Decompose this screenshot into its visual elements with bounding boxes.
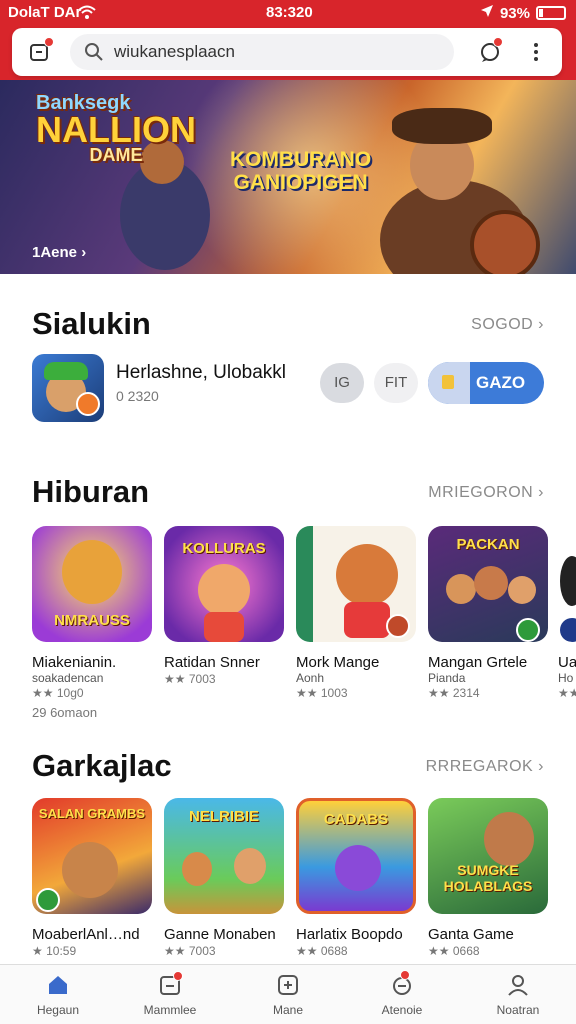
app-card[interactable]: NMRAUSS Miakenianin. soakadencan ★★ 10g0…	[32, 526, 152, 721]
app-rating: ★★	[558, 686, 576, 700]
nav-home[interactable]: Hegaun	[10, 965, 106, 1024]
app-title: Harlatix Boopdo	[296, 926, 403, 943]
app-title: Mangan Grtele	[428, 654, 528, 671]
app-rating: ★★ 2314	[428, 686, 480, 700]
app-title: Ganta Game	[428, 926, 514, 943]
store-icon[interactable]	[28, 37, 54, 64]
app-rating: ★ 10:59	[32, 944, 77, 958]
clock-label: 83:320	[266, 4, 313, 21]
app-thumbnail: PACKAN	[428, 526, 548, 642]
app-rating: ★★ 7003	[164, 672, 216, 686]
notifications-icon	[390, 970, 414, 997]
app-rating: ★★ 10g0	[32, 686, 84, 700]
app-title: Ganne Monaben	[164, 926, 276, 943]
featured-app-name[interactable]: Herlashne, Ulobakkl	[116, 362, 286, 384]
home-icon	[46, 973, 70, 997]
app-thumbnail	[558, 526, 576, 642]
featured-app-icon[interactable]	[32, 354, 104, 422]
app-subtitle: soakadencan	[32, 671, 104, 685]
battery-icon	[536, 6, 566, 20]
nav-add[interactable]: Mane	[240, 965, 336, 1024]
battery-percent: 93%	[499, 4, 530, 22]
app-thumbnail: SALAN GRAMBS	[32, 798, 152, 914]
app-card[interactable]: CADABS Harlatix Boopdo ★★ 0688	[296, 798, 416, 959]
app-thumbnail: KOLLURAS	[164, 526, 284, 642]
app-rating: ★★ 1003	[296, 686, 348, 700]
profile-icon	[506, 973, 530, 997]
section-more-garkajlan[interactable]: RRREGAROK ›	[426, 758, 544, 776]
search-bar: wiukanesplaacn	[12, 28, 562, 76]
section-more-hiburan[interactable]: MRIEGORON ›	[428, 484, 544, 502]
more-vertical-icon[interactable]	[524, 40, 548, 64]
add-icon	[276, 973, 300, 997]
header: wiukanesplaacn	[0, 26, 576, 80]
notification-dot	[493, 37, 503, 47]
search-input[interactable]: wiukanesplaacn	[70, 34, 454, 70]
status-bar: DolaT DAr 83:320 93%	[0, 0, 576, 26]
search-placeholder: wiukanesplaacn	[114, 42, 235, 61]
app-card[interactable]: Ua Ho ★★	[558, 526, 576, 701]
banner-cta[interactable]: 1Aene ›	[32, 244, 86, 261]
bottom-navigation: Hegaun Mammlee Mane Atenoie Noatran	[0, 964, 576, 1024]
app-title: Miakenianin.	[32, 654, 117, 671]
app-thumbnail: NELRIBIE	[164, 798, 284, 914]
app-thumbnail: SUMGKE HOLABLAGS	[428, 798, 548, 914]
app-card[interactable]: Mork Mange Aonh ★★ 1003	[296, 526, 416, 701]
app-title: Ratidan Snner	[164, 654, 260, 671]
app-title: Mork Mange	[296, 654, 380, 671]
app-card[interactable]: PACKAN Mangan Grtele Pianda ★★ 2314	[428, 526, 548, 701]
search-icon	[84, 42, 104, 67]
app-rating: ★★ 7003	[164, 944, 216, 958]
app-thumbnail: NMRAUSS	[32, 526, 152, 642]
hero-banner[interactable]: Banksegk NALLION DAME KOMBURANO GANIOPIG…	[0, 80, 576, 274]
app-rating: ★★ 0688	[296, 944, 348, 958]
section-more-featured[interactable]: SOGOD ›	[471, 316, 544, 334]
game-logo: Banksegk NALLION DAME	[36, 92, 196, 166]
app-thumbnail	[296, 526, 416, 642]
guitar-illustration	[470, 210, 540, 274]
app-card[interactable]: NELRIBIE Ganne Monaben ★★ 7003	[164, 798, 284, 959]
section-title-garkajlan: Garkajlac	[32, 748, 172, 783]
nav-notifications[interactable]: Atenoie	[354, 965, 450, 1024]
apps-icon	[158, 971, 183, 997]
chat-icon[interactable]	[478, 37, 503, 64]
nav-apps[interactable]: Mammlee	[122, 965, 218, 1024]
location-icon	[480, 4, 494, 22]
game-logo-secondary: KOMBURANO GANIOPIGEN	[230, 148, 372, 195]
section-title-hiburan: Hiburan	[32, 474, 150, 509]
install-button[interactable]: GAZO	[428, 362, 544, 404]
app-icon	[428, 362, 470, 404]
app-subtitle: Pianda	[428, 671, 466, 685]
featured-option-button[interactable]: FIT	[374, 363, 418, 403]
app-card[interactable]: SUMGKE HOLABLAGS Ganta Game ★★ 0668	[428, 798, 548, 959]
app-subtitle: Ho	[558, 671, 574, 685]
app-title: MoaberlAnl…nd	[32, 926, 140, 943]
app-card[interactable]: SALAN GRAMBS MoaberlAnl…nd ★ 10:59	[32, 798, 152, 959]
featured-option-button[interactable]: IG	[320, 363, 364, 403]
carrier-label: DolaT DAr	[8, 4, 82, 21]
app-thumbnail: CADABS	[296, 798, 416, 914]
app-title: Ua	[558, 654, 576, 671]
featured-app-meta: 0 2320	[116, 388, 159, 404]
app-rating: ★★ 0668	[428, 944, 480, 958]
app-downloads: 29 6omaon	[32, 705, 98, 720]
app-card[interactable]: KOLLURAS Ratidan Snner ★★ 7003	[164, 526, 284, 687]
section-title-featured: Sialukin	[32, 306, 151, 341]
app-subtitle: Aonh	[296, 671, 325, 685]
wifi-icon	[78, 4, 96, 24]
nav-profile[interactable]: Noatran	[470, 965, 566, 1024]
notification-dot	[44, 37, 54, 47]
